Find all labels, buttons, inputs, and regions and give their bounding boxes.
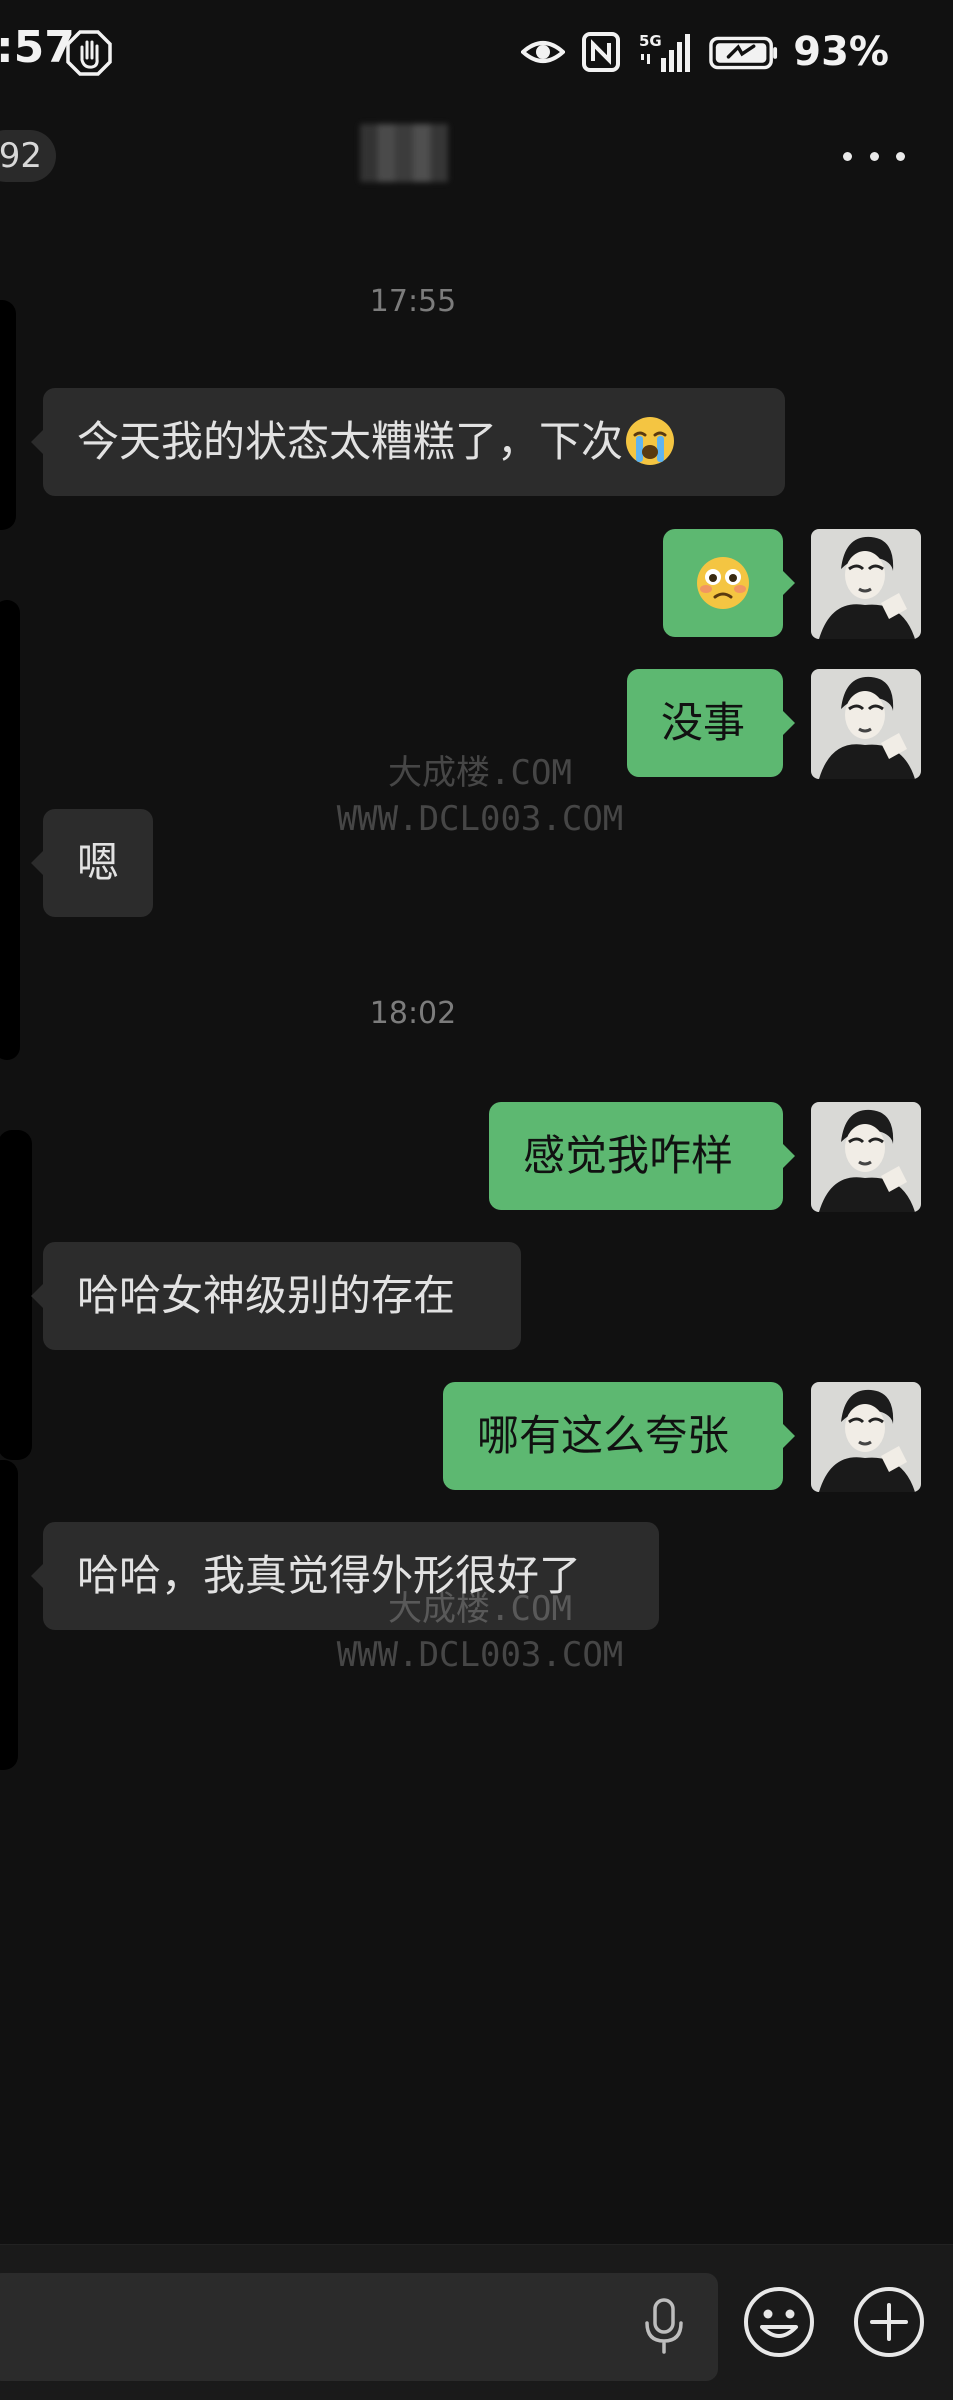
input-bar xyxy=(0,2244,953,2400)
5g-label: 5G xyxy=(639,32,662,50)
back-unread-badge[interactable]: 92 xyxy=(0,130,56,182)
received-message[interactable]: 今天我的状态太糟糕了，下次 xyxy=(31,388,785,496)
nfc-icon xyxy=(582,32,621,72)
flushed-face-emoji xyxy=(697,557,749,609)
more-button[interactable] xyxy=(843,128,905,184)
occlusion-stroke xyxy=(0,600,20,1060)
chat-screen: :57 5G 93% 92 17:55 今天我的状态太糟糕了，下次 没事 大成楼… xyxy=(0,0,953,2400)
avatar[interactable] xyxy=(811,669,921,779)
emoji-icon[interactable] xyxy=(742,2285,816,2359)
contact-name xyxy=(360,124,448,182)
more-icon xyxy=(843,151,852,161)
status-icons: 5G 93% xyxy=(521,24,889,80)
received-message[interactable]: 哈哈女神级别的存在 xyxy=(31,1242,521,1350)
sent-message[interactable]: 感觉我咋样 xyxy=(489,1102,795,1210)
status-bar: :57 5G 93% xyxy=(0,0,953,100)
battery-percentage: 93% xyxy=(793,29,889,75)
watermark-line1: 大成楼.COM xyxy=(388,753,572,793)
crying-face-emoji xyxy=(626,416,675,465)
watermark: 大成楼.COM WWW.DCL003.COM xyxy=(320,1586,640,1678)
eye-icon xyxy=(521,41,566,63)
hand-stop-icon xyxy=(66,30,112,76)
avatar[interactable] xyxy=(811,1102,921,1212)
occlusion-stroke xyxy=(0,1130,32,1460)
message-text: 今天我的状态太糟糕了，下次 xyxy=(77,417,624,466)
timestamp: 18:02 xyxy=(369,996,457,1031)
avatar[interactable] xyxy=(811,529,921,639)
status-time: :57 xyxy=(0,22,75,73)
watermark: 大成楼.COM WWW.DCL003.COM xyxy=(320,750,640,842)
battery-charging-icon xyxy=(709,36,778,70)
5g-signal-icon: 5G xyxy=(639,32,691,72)
avatar-image xyxy=(811,529,921,639)
watermark-line1: 大成楼.COM xyxy=(388,1589,572,1629)
sent-message[interactable]: 哪有这么夸张 xyxy=(443,1382,795,1490)
occlusion-stroke xyxy=(0,1460,18,1770)
sent-message[interactable] xyxy=(663,529,795,637)
watermark-line2: WWW.DCL003.COM xyxy=(336,799,624,839)
avatar-image xyxy=(811,1382,921,1492)
avatar-image xyxy=(811,1102,921,1212)
microphone-icon[interactable] xyxy=(642,2297,686,2355)
avatar-image xyxy=(811,669,921,779)
add-icon[interactable] xyxy=(852,2285,926,2359)
received-message[interactable]: 嗯 xyxy=(31,809,153,917)
avatar[interactable] xyxy=(811,1382,921,1492)
timestamp: 17:55 xyxy=(369,284,457,319)
message-input[interactable] xyxy=(0,2273,718,2381)
sent-message[interactable]: 没事 xyxy=(627,669,795,777)
occlusion-stroke xyxy=(0,300,16,530)
watermark-line2: WWW.DCL003.COM xyxy=(336,1635,624,1675)
